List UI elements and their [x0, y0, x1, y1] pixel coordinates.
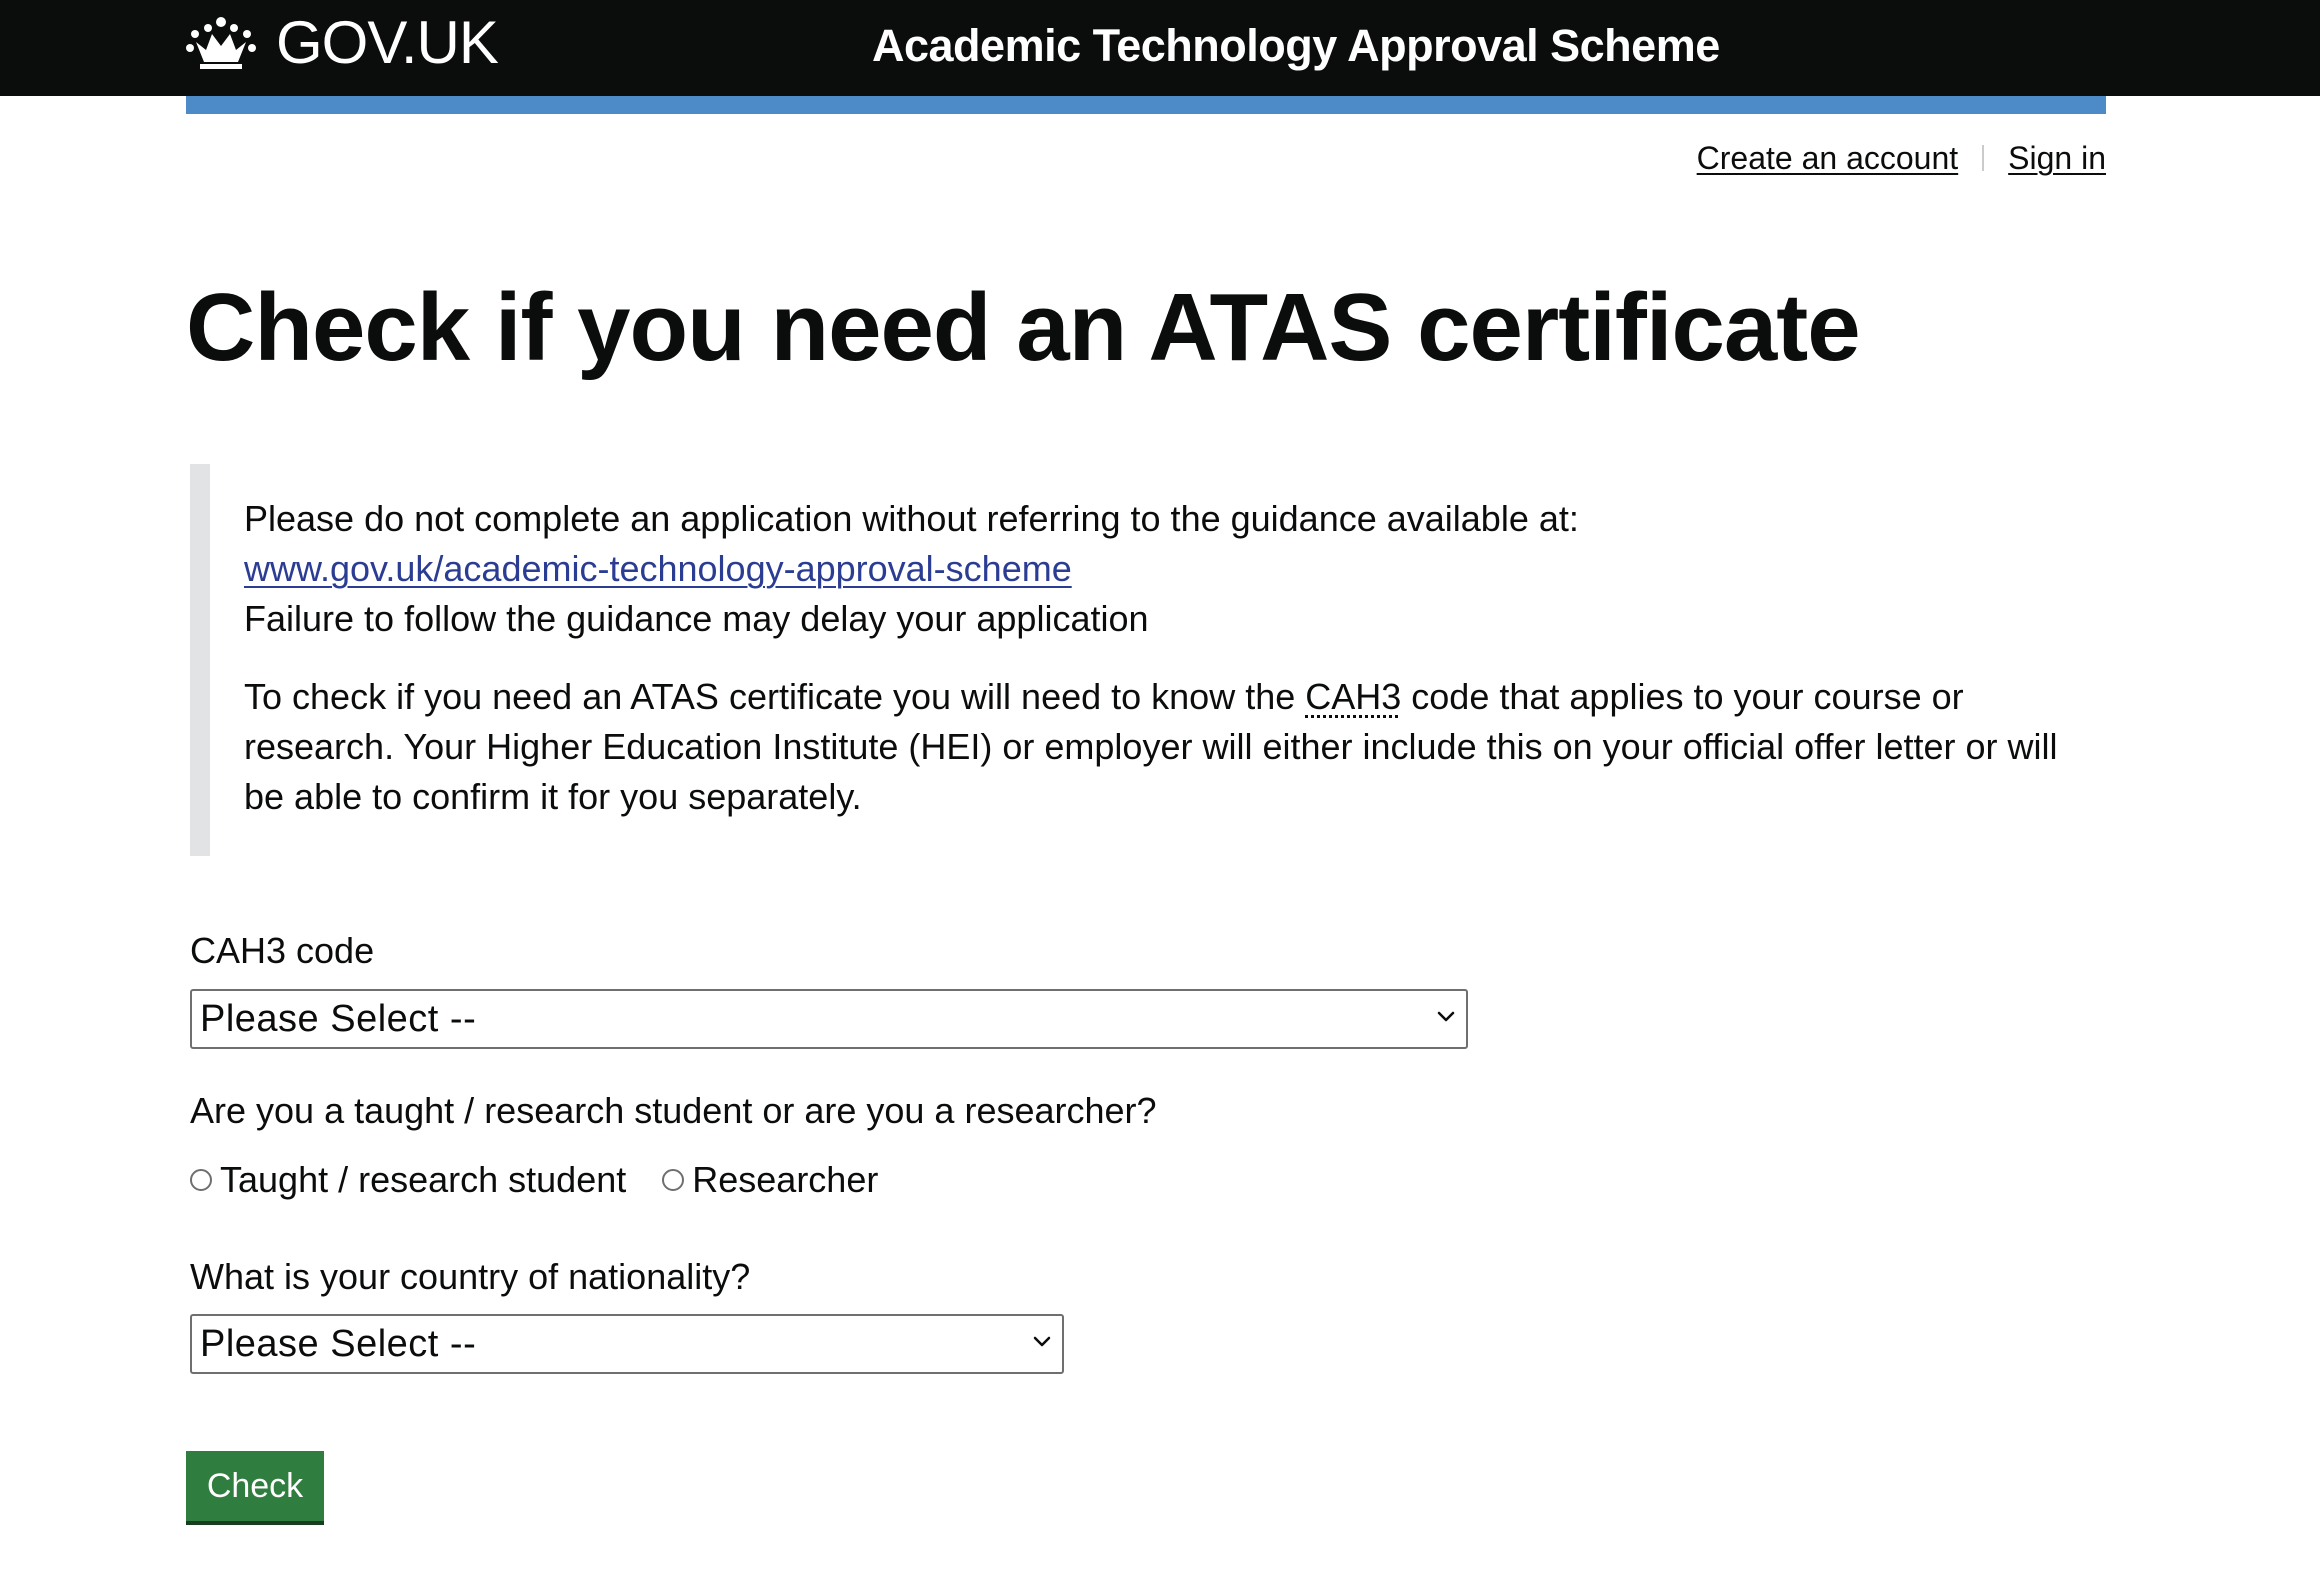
cah3-abbreviation[interactable]: CAH3	[1305, 676, 1401, 717]
sign-in-link[interactable]: Sign in	[2008, 136, 2106, 180]
cah3-select[interactable]: Please Select --	[190, 989, 1468, 1049]
govuk-logo-text[interactable]: GOV.UK	[276, 8, 499, 78]
radio-option-researcher[interactable]: Researcher	[662, 1152, 878, 1208]
header-blue-bar	[186, 96, 2106, 114]
radio-student-label[interactable]: Taught / research student	[220, 1152, 626, 1208]
nationality-label: What is your country of nationality?	[190, 1256, 751, 1297]
chevron-down-icon	[1033, 1336, 1051, 1347]
service-name[interactable]: Academic Technology Approval Scheme	[872, 18, 1720, 74]
crown-icon	[186, 17, 256, 69]
radio-researcher-label[interactable]: Researcher	[692, 1152, 878, 1208]
guidance-line: Please do not complete an application wi…	[244, 498, 1579, 539]
cah3-explanation-start: To check if you need an ATAS certificate…	[244, 676, 1306, 717]
guidance-warning: Failure to follow the guidance may delay…	[244, 598, 1149, 639]
status-radio-group: Taught / research student Researcher	[190, 1152, 878, 1208]
account-nav: Create an account Sign in	[1697, 136, 2106, 180]
radio-option-student[interactable]: Taught / research student	[190, 1152, 626, 1208]
nav-separator	[1982, 145, 1985, 171]
site-header: GOV.UK Academic Technology Approval Sche…	[0, 0, 2320, 96]
check-button[interactable]: Check	[186, 1451, 324, 1521]
radio-student[interactable]	[190, 1169, 212, 1191]
nationality-select[interactable]: Please Select --	[190, 1314, 1064, 1374]
page-title: Check if you need an ATAS certificate	[186, 274, 1861, 381]
guidance-inset: Please do not complete an application wi…	[190, 464, 2110, 856]
radio-researcher[interactable]	[662, 1169, 685, 1191]
nationality-select-value: Please Select --	[200, 1323, 477, 1365]
create-account-link[interactable]: Create an account	[1697, 136, 1959, 180]
guidance-link[interactable]: www.gov.uk/academic-technology-approval-…	[244, 548, 1072, 589]
cah3-explanation: To check if you need an ATAS certificate…	[244, 672, 2104, 822]
cah3-select-value: Please Select --	[200, 998, 477, 1040]
cah3-label: CAH3 code	[190, 930, 375, 971]
chevron-down-icon	[1437, 1011, 1455, 1022]
status-question: Are you a taught / research student or a…	[190, 1090, 1157, 1131]
